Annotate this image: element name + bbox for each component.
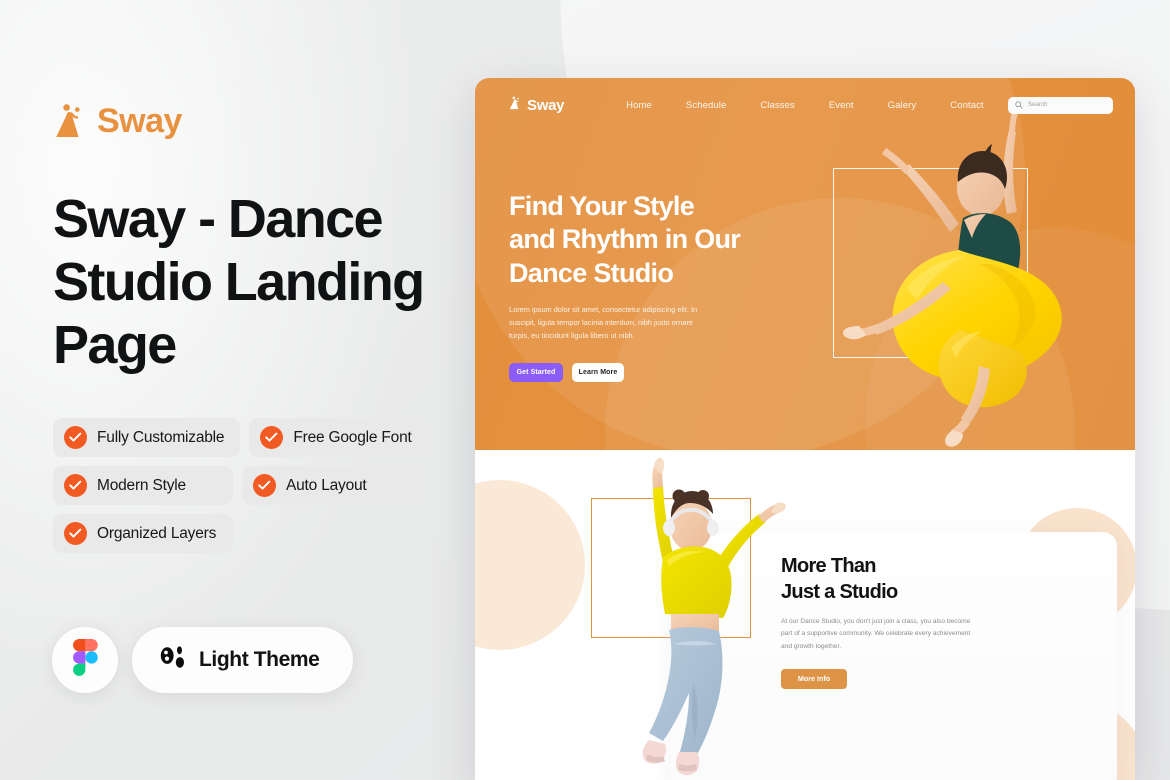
light-theme-toggle[interactable]: Light Theme <box>132 627 354 693</box>
about-heading-line-1: More Than <box>781 555 877 577</box>
about-heading: More Than Just a Studio <box>781 554 1011 605</box>
hero-heading: Find Your Style and Rhythm in Our Dance … <box>509 190 819 290</box>
navbar-links: Home Schedule Classes Event Galery Conta… <box>626 100 984 111</box>
hero-buttons: Get Started Learn More <box>509 363 819 383</box>
nav-link-galery[interactable]: Galery <box>888 100 917 111</box>
feature-label: Auto Layout <box>286 476 367 494</box>
feature-chip: Free Google Font <box>249 418 428 457</box>
nav-link-schedule[interactable]: Schedule <box>686 100 726 111</box>
footer-badges: Light Theme <box>52 627 354 693</box>
feature-label: Free Google Font <box>293 428 412 446</box>
figma-logo-icon <box>72 639 98 681</box>
about-paragraph: At our Dance Studio, you don't just join… <box>781 618 971 650</box>
navbar-brand-text: Sway <box>527 96 565 114</box>
nav-link-contact[interactable]: Contact <box>950 100 983 111</box>
feature-chip: Modern Style <box>53 466 233 505</box>
search-input[interactable]: Search <box>1008 96 1113 114</box>
about-section: More Than Just a Studio At our Dance Stu… <box>475 450 1135 780</box>
dancer-icon <box>54 103 88 139</box>
nav-link-home[interactable]: Home <box>626 100 652 111</box>
feature-row: Modern Style Auto Layout <box>53 466 433 505</box>
about-dancer-photo <box>642 457 786 776</box>
check-icon <box>64 522 87 545</box>
feature-chip: Auto Layout <box>242 466 422 505</box>
hero-section: Sway Home Schedule Classes Event Galery … <box>475 78 1135 450</box>
hero-paragraph: Lorem ipsum dolor sit amet, consectetur … <box>509 305 698 341</box>
search-icon <box>1015 96 1023 114</box>
hero-copy: Find Your Style and Rhythm in Our Dance … <box>509 190 819 383</box>
page-title: Sway - Dance Studio Landing Page <box>53 189 425 376</box>
feature-chip: Fully Customizable <box>53 418 241 457</box>
get-started-button[interactable]: Get Started <box>509 363 563 383</box>
brand-logo: Sway <box>54 103 182 139</box>
dancer-icon <box>509 96 522 115</box>
navbar-brand[interactable]: Sway <box>509 96 564 115</box>
search-placeholder: Search <box>1028 102 1048 108</box>
hero-heading-line-1: Find Your Style <box>509 191 695 221</box>
landing-page-preview: Sway Home Schedule Classes Event Galery … <box>475 78 1135 780</box>
left-info-panel: Sway Sway - Dance Studio Landing Page Fu… <box>0 0 470 780</box>
nav-link-event[interactable]: Event <box>829 100 854 111</box>
figma-badge[interactable] <box>52 627 118 693</box>
dance-footprints-icon <box>160 645 186 675</box>
feature-chip: Organized Layers <box>53 514 233 553</box>
check-icon <box>260 426 284 449</box>
feature-row: Fully Customizable Free Google Font <box>53 418 433 457</box>
hero-heading-line-3: Dance Studio <box>509 257 674 288</box>
check-icon <box>64 426 87 449</box>
feature-label: Modern Style <box>97 476 186 494</box>
about-heading-line-2: Just a Studio <box>781 580 898 603</box>
check-icon <box>253 474 276 497</box>
hero-heading-line-2: and Rhythm in Our <box>509 224 741 255</box>
more-info-button[interactable]: More Info <box>781 668 847 689</box>
nav-link-classes[interactable]: Classes <box>760 100 795 111</box>
hero-dancer-photo <box>842 102 1062 447</box>
about-copy: More Than Just a Studio At our Dance Stu… <box>781 554 1011 689</box>
light-theme-label: Light Theme <box>199 648 320 671</box>
about-decor-circle <box>475 480 585 650</box>
brand-name: Sway <box>97 102 182 140</box>
feature-row: Organized Layers <box>53 514 433 553</box>
feature-label: Fully Customizable <box>97 428 225 446</box>
feature-list: Fully Customizable Free Google Font Mode… <box>53 418 433 562</box>
check-icon <box>64 474 87 497</box>
learn-more-button[interactable]: Learn More <box>572 363 624 383</box>
feature-label: Organized Layers <box>97 524 217 542</box>
site-navbar: Sway Home Schedule Classes Event Galery … <box>475 78 1135 132</box>
